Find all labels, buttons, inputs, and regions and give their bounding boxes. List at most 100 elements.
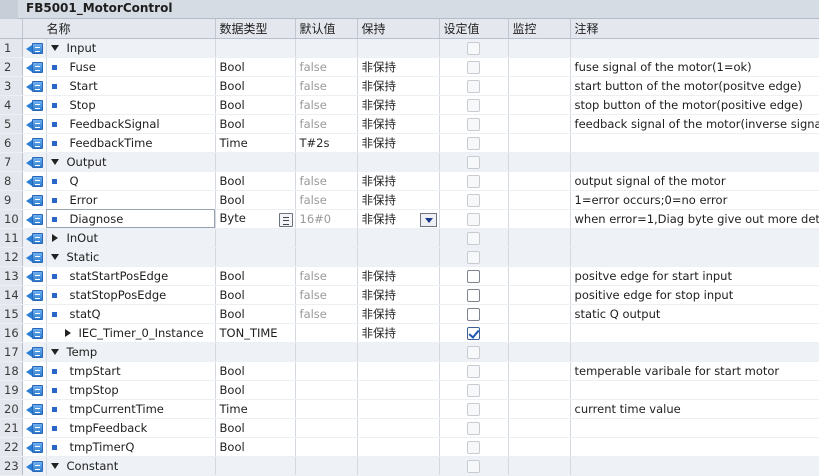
setpoint-checkbox[interactable] [467,79,481,93]
setpoint-checkbox[interactable] [467,269,481,283]
retain-cell[interactable]: 非保持 [357,209,440,229]
setpoint-checkbox[interactable] [467,60,481,74]
header-default[interactable]: 默认值 [295,19,358,39]
row-number[interactable]: 16 [0,323,23,343]
table-row[interactable]: 11 InOut [0,228,819,248]
data-type-cell[interactable]: Bool [215,57,296,77]
default-value-cell[interactable] [295,418,358,438]
setpoint-checkbox[interactable] [467,307,481,321]
comment-cell[interactable] [570,152,819,172]
data-type-cell[interactable] [215,456,296,476]
comment-cell[interactable]: positve edge for start input [570,266,819,286]
setpoint-checkbox[interactable] [467,288,481,302]
setpoint-checkbox[interactable] [467,98,481,112]
comment-cell[interactable]: positive edge for stop input [570,285,819,305]
setpoint-checkbox[interactable] [467,250,481,264]
retain-cell[interactable] [357,152,440,172]
retain-cell[interactable] [357,456,440,476]
retain-cell[interactable]: 非保持 [357,171,440,191]
table-row[interactable]: 20 tmpCurrentTime Time current time value [0,399,819,419]
row-number[interactable]: 7 [0,152,23,172]
data-type-cell[interactable]: Bool [215,304,296,324]
data-type-cell[interactable]: Bool [215,76,296,96]
retain-cell[interactable] [357,228,440,248]
collapse-triangle-icon[interactable] [50,254,59,260]
variable-name-cell[interactable]: Start [46,76,216,96]
variable-name-cell[interactable]: FeedbackSignal [46,114,216,134]
variable-name-cell[interactable]: Input [46,38,216,58]
setpoint-checkbox[interactable] [467,174,481,188]
row-number[interactable]: 17 [0,342,23,362]
comment-cell[interactable] [570,342,819,362]
variable-name-cell[interactable]: statStopPosEdge [46,285,216,305]
table-row[interactable]: 12 Static [0,247,819,267]
retain-cell[interactable] [357,38,440,58]
data-type-cell[interactable]: TON_TIME [215,323,296,343]
data-type-cell[interactable]: Bool [215,418,296,438]
setpoint-checkbox[interactable] [467,459,481,473]
default-value-cell[interactable]: false [295,95,358,115]
collapse-triangle-icon[interactable] [50,159,59,165]
table-row[interactable]: 3 Start Bool false 非保持 start button of the mo… [0,76,819,96]
retain-cell[interactable]: 非保持 [357,95,440,115]
retain-cell[interactable]: 非保持 [357,285,440,305]
comment-cell[interactable] [570,456,819,476]
data-type-cell[interactable]: Bool [215,361,296,381]
variable-name-cell[interactable]: tmpCurrentTime [46,399,216,419]
header-name[interactable]: 名称 [22,19,216,39]
setpoint-checkbox[interactable] [467,440,481,454]
table-row[interactable]: 4 Stop Bool false 非保持 stop button of the moto… [0,95,819,115]
row-number[interactable]: 23 [0,456,23,476]
data-type-cell[interactable] [215,152,296,172]
variable-name-cell[interactable]: tmpFeedback [46,418,216,438]
comment-cell[interactable] [570,247,819,267]
data-type-cell[interactable] [215,247,296,267]
default-value-cell[interactable] [295,399,358,419]
setpoint-checkbox[interactable] [467,364,481,378]
header-setpoint[interactable]: 设定值 [439,19,509,39]
variable-name-cell[interactable]: Q [46,171,216,191]
default-value-cell[interactable]: false [295,114,358,134]
variable-name-cell[interactable]: FeedbackTime [46,133,216,153]
data-type-cell[interactable]: Bool [215,266,296,286]
header-retain[interactable]: 保持 [357,19,440,39]
default-value-cell[interactable]: false [295,266,358,286]
data-type-cell[interactable]: Bool [215,437,296,457]
row-number[interactable]: 22 [0,437,23,457]
table-row[interactable]: 1 Input [0,38,819,58]
row-number[interactable]: 19 [0,380,23,400]
comment-cell[interactable] [570,418,819,438]
default-value-cell[interactable]: false [295,190,358,210]
comment-cell[interactable]: stop button of the motor(positive edge) [570,95,819,115]
variable-name-cell[interactable]: Stop [46,95,216,115]
comment-cell[interactable]: static Q output [570,304,819,324]
row-number[interactable]: 18 [0,361,23,381]
default-value-cell[interactable]: false [295,171,358,191]
type-browse-button[interactable] [278,212,293,227]
row-number[interactable]: 9 [0,190,23,210]
variable-name-cell[interactable]: statQ [46,304,216,324]
default-value-cell[interactable] [295,380,358,400]
default-value-cell[interactable] [295,342,358,362]
default-value-cell[interactable]: false [295,285,358,305]
variable-name-cell[interactable]: tmpStop [46,380,216,400]
comment-cell[interactable]: feedback signal of the motor(inverse sig… [570,114,819,134]
default-value-cell[interactable]: false [295,76,358,96]
variable-name-cell[interactable]: Error [46,190,216,210]
variable-name-cell[interactable]: statStartPosEdge [46,266,216,286]
variable-name-cell[interactable]: InOut [46,228,216,248]
data-type-cell[interactable]: Bool [215,95,296,115]
collapse-triangle-icon[interactable] [50,349,59,355]
collapse-triangle-icon[interactable] [50,45,59,51]
comment-cell[interactable]: 1=error occurs;0=no error [570,190,819,210]
comment-cell[interactable] [570,133,819,153]
data-type-cell[interactable]: Bool [215,285,296,305]
table-row[interactable]: 9 Error Bool false 非保持 1=error occurs;0=no er… [0,190,819,210]
comment-cell[interactable] [570,380,819,400]
header-monitor[interactable]: 监控 [508,19,571,39]
row-number[interactable]: 21 [0,418,23,438]
data-type-cell[interactable]: Bool [215,380,296,400]
default-value-cell[interactable] [295,247,358,267]
table-row[interactable]: 14 statStopPosEdge Bool false 非保持 positive ed… [0,285,819,305]
retain-cell[interactable]: 非保持 [357,57,440,77]
